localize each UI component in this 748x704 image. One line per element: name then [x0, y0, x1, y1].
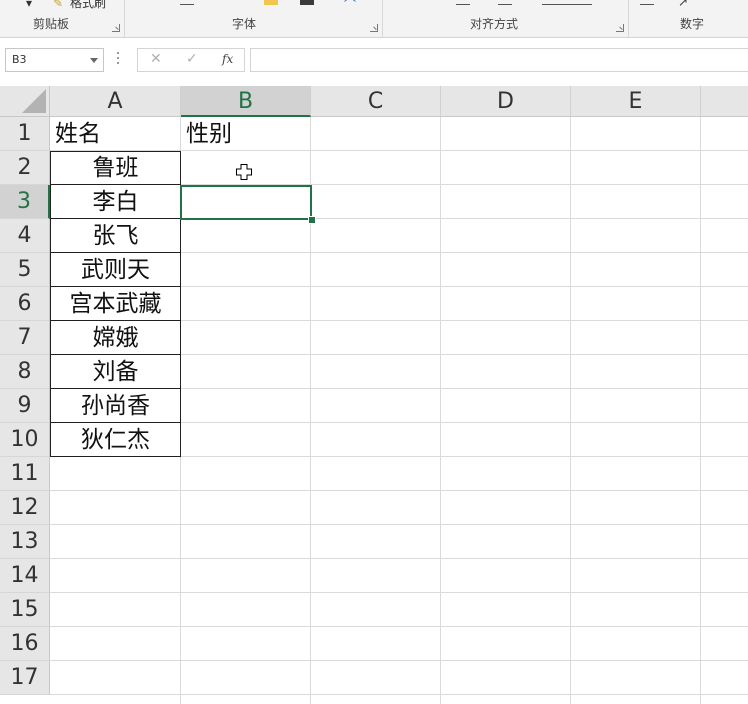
row-header-9[interactable]: 9	[0, 389, 50, 423]
row-header-7[interactable]: 7	[0, 321, 50, 355]
ribbon-group-label-clipboard: 剪贴板	[33, 17, 70, 31]
ribbon-group-font: ⌒ 字体	[124, 0, 383, 37]
gridline-h	[50, 626, 748, 627]
row-header-6[interactable]: 6	[0, 287, 50, 321]
spreadsheet-grid[interactable]: A B C D E 1 2 3 4 5 6 7 8 9 10 11 12 13 …	[0, 86, 748, 704]
row-header-15[interactable]: 15	[0, 593, 50, 627]
cell-a8[interactable]: 刘备	[50, 355, 181, 389]
fill-color-icon[interactable]	[264, 0, 278, 5]
gridline-h	[50, 524, 748, 525]
select-all-triangle-icon	[22, 89, 46, 113]
enter-check-icon[interactable]: ✓	[186, 51, 198, 67]
cell-a1[interactable]: 姓名	[50, 117, 181, 151]
formula-buttons: ✕ ✓ fx	[137, 48, 245, 72]
ribbon-group-alignment: 对齐方式	[382, 0, 629, 37]
column-header-a[interactable]: A	[50, 86, 181, 117]
column-header-f-partial[interactable]	[701, 86, 748, 117]
row-header-11[interactable]: 11	[0, 457, 50, 491]
gridline-v	[700, 117, 701, 704]
cell-a7[interactable]: 嫦娥	[50, 321, 181, 355]
row-header-16[interactable]: 16	[0, 627, 50, 661]
cancel-icon[interactable]: ✕	[150, 51, 162, 67]
cell-a10[interactable]: 狄仁杰	[50, 423, 181, 457]
active-cell-b3[interactable]	[180, 185, 312, 220]
column-header-d[interactable]: D	[441, 86, 571, 117]
cell-a5[interactable]: 武则天	[50, 253, 181, 287]
gridline-h	[50, 694, 748, 695]
ribbon-group-label-font: 字体	[232, 17, 257, 31]
ribbon-group-number: ↗ 数字	[628, 0, 748, 37]
ribbon-group-clipboard: ▾ ✎ 格式刷 剪贴板	[0, 0, 125, 37]
cell-a9[interactable]: 孙尚香	[50, 389, 181, 423]
number-format-fragment-icon-2[interactable]: ↗	[678, 0, 688, 9]
name-box-value: B3	[12, 53, 27, 66]
column-header-e[interactable]: E	[571, 86, 701, 117]
gridline-h	[50, 490, 748, 491]
name-box[interactable]: B3	[5, 48, 104, 72]
cell-b1[interactable]: 性别	[181, 117, 311, 151]
cell-a4[interactable]: 张飞	[50, 219, 181, 253]
gridline-h	[50, 592, 748, 593]
row-header-17[interactable]: 17	[0, 661, 50, 695]
ribbon-dropdown-arrow-icon[interactable]: ▾	[26, 0, 32, 10]
alignment-launcher-icon[interactable]	[616, 24, 624, 32]
row-header-14[interactable]: 14	[0, 559, 50, 593]
row-header-2[interactable]: 2	[0, 151, 50, 185]
cell-a2[interactable]: 鲁班	[50, 151, 181, 185]
gridline-h	[50, 558, 748, 559]
gridline-v	[570, 117, 571, 704]
ribbon: ▾ ✎ 格式刷 剪贴板 ⌒ 字体 对齐方式 ↗ 数字	[0, 0, 748, 38]
row-header-8[interactable]: 8	[0, 355, 50, 389]
select-all-corner[interactable]	[0, 86, 50, 117]
grip-dots-icon	[117, 52, 120, 68]
formula-input[interactable]	[250, 48, 748, 72]
formula-bar: B3 ✕ ✓ fx	[0, 38, 748, 86]
fill-handle[interactable]	[308, 216, 316, 224]
insert-function-fx-icon[interactable]: fx	[222, 52, 233, 66]
row-header-13[interactable]: 13	[0, 525, 50, 559]
number-format-fragment-icon[interactable]	[640, 0, 654, 5]
phonetic-icon[interactable]: ⌒	[344, 0, 356, 13]
row-header-1[interactable]: 1	[0, 117, 50, 151]
gridline-h	[50, 660, 748, 661]
ribbon-group-label-alignment: 对齐方式	[470, 17, 519, 31]
format-painter-icon: ✎	[53, 0, 64, 10]
align-button-fragment-icon[interactable]	[456, 0, 470, 5]
cell-a3[interactable]: 李白	[50, 185, 181, 219]
row-header-12[interactable]: 12	[0, 491, 50, 525]
merge-center-fragment-icon[interactable]	[542, 0, 592, 5]
column-header-b[interactable]: B	[181, 86, 311, 117]
column-header-c[interactable]: C	[311, 86, 441, 117]
wrap-text-fragment-icon[interactable]	[498, 0, 512, 5]
ribbon-group-label-number: 数字	[680, 17, 705, 31]
font-button-fragment-icon[interactable]	[180, 0, 194, 5]
mouse-cursor-plus-icon	[236, 164, 252, 180]
font-launcher-icon[interactable]	[370, 24, 378, 32]
row-header-5[interactable]: 5	[0, 253, 50, 287]
row-header-10[interactable]: 10	[0, 423, 50, 457]
format-painter-button[interactable]: 格式刷	[70, 0, 106, 11]
row-header-4[interactable]: 4	[0, 219, 50, 253]
cell-a6[interactable]: 宫本武藏	[50, 287, 181, 321]
font-color-icon[interactable]	[300, 0, 314, 5]
clipboard-launcher-icon[interactable]	[112, 24, 120, 32]
chevron-down-icon[interactable]	[90, 58, 98, 63]
gridline-v	[440, 117, 441, 704]
row-header-3[interactable]: 3	[0, 185, 50, 219]
